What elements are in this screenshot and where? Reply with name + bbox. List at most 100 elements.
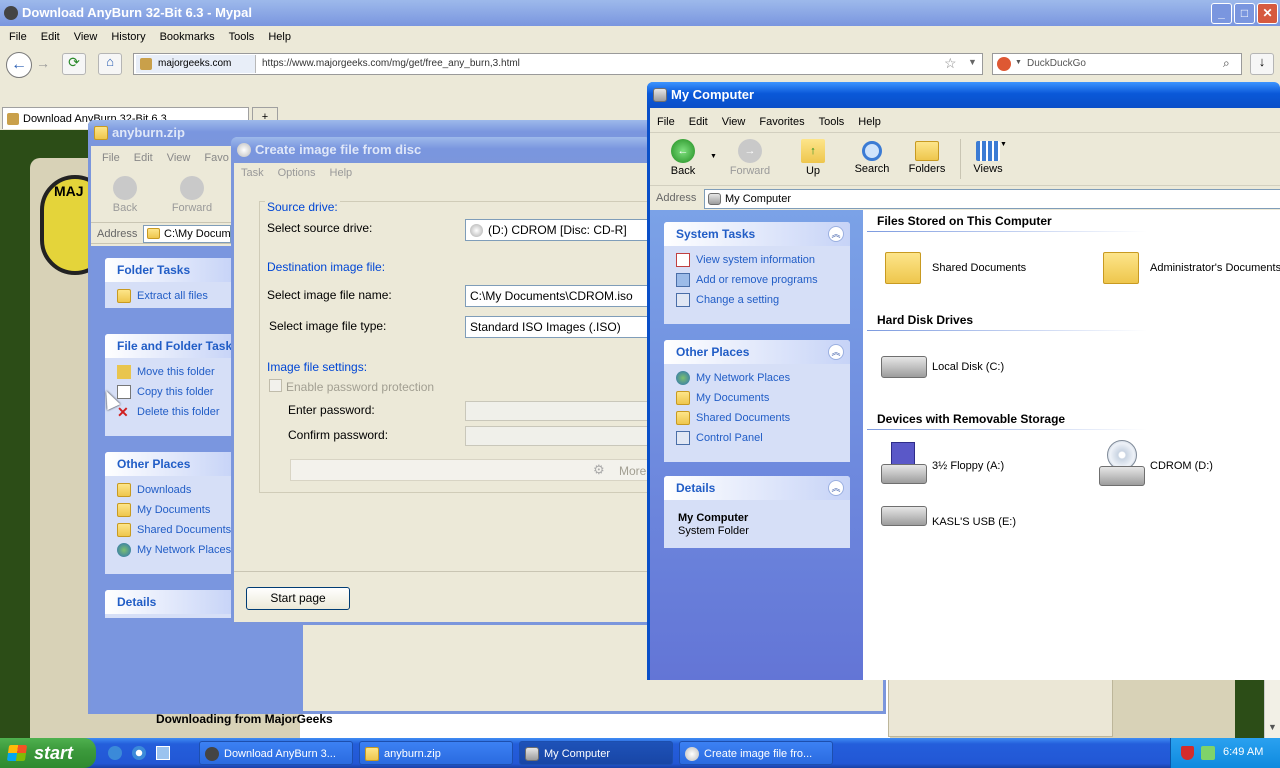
show-desktop-icon[interactable] bbox=[156, 746, 170, 760]
menu-tools[interactable]: Tools bbox=[222, 28, 262, 46]
mc-details-title[interactable]: Details bbox=[664, 476, 850, 500]
search-bar[interactable]: ▼ DuckDuckGo ⌕ bbox=[992, 53, 1242, 75]
search-engine-dropdown-icon[interactable]: ▼ bbox=[1015, 59, 1022, 66]
cdrom-label[interactable]: CDROM (D:) bbox=[1150, 460, 1213, 472]
cdrom-drive-icon[interactable] bbox=[1099, 440, 1145, 488]
my-network-places-link[interactable]: My Network Places bbox=[664, 368, 850, 388]
mc-forward-button[interactable]: → Forward bbox=[722, 139, 778, 177]
zip-folder-tasks-title[interactable]: Folder Tasks bbox=[105, 258, 235, 282]
system-tasks-title[interactable]: System Tasks bbox=[664, 222, 850, 246]
zip-my-documents-link[interactable]: My Documents bbox=[105, 500, 235, 520]
source-drive-select[interactable]: (D:) CDROM [Disc: CD-R] bbox=[465, 219, 655, 241]
menu-view[interactable]: View bbox=[67, 28, 105, 46]
change-setting-link[interactable]: Change a setting bbox=[664, 290, 850, 310]
taskbar-item-my-computer[interactable]: My Computer bbox=[519, 741, 673, 765]
views-dropdown-icon[interactable]: ▼ bbox=[1000, 141, 1007, 148]
menu-file[interactable]: File bbox=[2, 28, 34, 46]
downloads-link[interactable]: Downloads bbox=[105, 480, 235, 500]
system-tasks-collapse-icon[interactable]: ︽ bbox=[828, 226, 844, 242]
usb-label[interactable]: KASL'S USB (E:) bbox=[932, 516, 1016, 528]
enable-password-checkbox[interactable] bbox=[269, 379, 282, 392]
forward-button[interactable]: → bbox=[36, 55, 50, 71]
minimize-button[interactable]: _ bbox=[1211, 3, 1232, 24]
admin-documents-label[interactable]: Administrator's Documents bbox=[1150, 262, 1280, 274]
url-dropdown-icon[interactable]: ▼ bbox=[968, 57, 977, 67]
url-bar[interactable]: majorgeeks.com https://www.majorgeeks.co… bbox=[133, 53, 983, 75]
zip-menu-file[interactable]: File bbox=[95, 149, 127, 167]
menu-edit[interactable]: Edit bbox=[34, 28, 67, 46]
shared-documents-link[interactable]: Shared Documents bbox=[664, 408, 850, 428]
zip-address-field[interactable]: C:\My Docume bbox=[143, 225, 231, 243]
mc-menu-help[interactable]: Help bbox=[851, 113, 888, 131]
search-icon[interactable]: ⌕ bbox=[1223, 56, 1230, 71]
zip-details-title[interactable]: Details bbox=[105, 590, 235, 614]
taskbar-item-anyburn-zip[interactable]: anyburn.zip bbox=[359, 741, 513, 765]
close-button[interactable]: ✕ bbox=[1257, 3, 1278, 24]
mc-other-places-title[interactable]: Other Places bbox=[664, 340, 850, 364]
back-history-dropdown-icon[interactable]: ▼ bbox=[710, 153, 717, 160]
other-places-collapse-icon[interactable]: ︽ bbox=[828, 344, 844, 360]
bookmark-star-icon[interactable]: ☆ bbox=[944, 55, 957, 72]
reload-button[interactable]: ⟳ bbox=[62, 53, 86, 75]
mc-menu-edit[interactable]: Edit bbox=[682, 113, 715, 131]
view-system-info-link[interactable]: View system information bbox=[664, 250, 850, 270]
quick-launch-app-icon[interactable] bbox=[108, 746, 122, 760]
more-button[interactable]: ⚙ More bbox=[290, 459, 654, 481]
mc-search-button[interactable]: Search bbox=[852, 139, 892, 175]
download-button[interactable]: ↓ bbox=[1250, 53, 1274, 75]
move-folder-link[interactable]: Move this folder bbox=[105, 362, 235, 382]
security-shield-icon[interactable] bbox=[1181, 746, 1194, 760]
local-disk-label[interactable]: Local Disk (C:) bbox=[932, 361, 1004, 373]
shared-documents-label[interactable]: Shared Documents bbox=[932, 262, 1026, 274]
zip-other-places-title[interactable]: Other Places bbox=[105, 452, 235, 476]
mc-folders-button[interactable]: Folders bbox=[906, 139, 948, 175]
back-button[interactable]: ← bbox=[6, 52, 32, 78]
zip-my-network-places-link[interactable]: My Network Places bbox=[105, 540, 235, 560]
mc-menu-favorites[interactable]: Favorites bbox=[752, 113, 811, 131]
zip-back-button[interactable]: Back bbox=[105, 176, 145, 214]
floppy-label[interactable]: 3½ Floppy (A:) bbox=[932, 460, 1004, 472]
extract-all-files-link[interactable]: Extract all files bbox=[105, 286, 235, 306]
shared-documents-folder[interactable] bbox=[885, 252, 921, 284]
confirm-password-field[interactable] bbox=[465, 426, 655, 446]
my-documents-link[interactable]: My Documents bbox=[664, 388, 850, 408]
start-page-button[interactable]: Start page bbox=[246, 587, 350, 610]
zip-file-folder-tasks-title[interactable]: File and Folder Tasks bbox=[105, 334, 235, 358]
menu-history[interactable]: History bbox=[104, 28, 152, 46]
floppy-drive-icon[interactable] bbox=[881, 442, 927, 486]
admin-documents-folder[interactable] bbox=[1103, 252, 1139, 284]
zip-shared-documents-link[interactable]: Shared Documents bbox=[105, 520, 235, 540]
menu-help[interactable]: Help bbox=[261, 28, 298, 46]
network-tray-icon[interactable] bbox=[1201, 746, 1215, 760]
image-file-name-field[interactable]: C:\My Documents\CDROM.iso bbox=[465, 285, 655, 307]
local-disk-drive-icon[interactable] bbox=[881, 356, 927, 378]
menu-bookmarks[interactable]: Bookmarks bbox=[153, 28, 222, 46]
add-remove-programs-link[interactable]: Add or remove programs bbox=[664, 270, 850, 290]
maximize-button[interactable]: □ bbox=[1234, 3, 1255, 24]
mc-menu-tools[interactable]: Tools bbox=[812, 113, 852, 131]
enter-password-field[interactable] bbox=[465, 401, 655, 421]
menu-task[interactable]: Task bbox=[234, 164, 271, 182]
mc-menu-view[interactable]: View bbox=[715, 113, 753, 131]
home-button[interactable]: ⌂ bbox=[98, 53, 122, 75]
delete-folder-link[interactable]: ✕ Delete this folder bbox=[105, 402, 235, 422]
usb-drive-icon[interactable] bbox=[881, 506, 927, 526]
menu-options[interactable]: Options bbox=[271, 164, 323, 182]
taskbar-item-create-image[interactable]: Create image file fro... bbox=[679, 741, 833, 765]
taskbar-item-browser[interactable]: Download AnyBurn 3... bbox=[199, 741, 353, 765]
zip-menu-edit[interactable]: Edit bbox=[127, 149, 160, 167]
mc-back-button[interactable]: ← Back bbox=[658, 139, 708, 177]
details-collapse-icon[interactable]: ︽ bbox=[828, 480, 844, 496]
internet-explorer-icon[interactable] bbox=[132, 746, 146, 760]
site-identity[interactable]: majorgeeks.com bbox=[136, 55, 256, 73]
copy-folder-link[interactable]: Copy this folder bbox=[105, 382, 235, 402]
mc-address-field[interactable]: My Computer bbox=[704, 189, 1280, 209]
control-panel-link[interactable]: Control Panel bbox=[664, 428, 850, 448]
mc-menu-file[interactable]: File bbox=[650, 113, 682, 131]
scroll-down-icon[interactable]: ▼ bbox=[1268, 722, 1277, 732]
start-button[interactable]: start bbox=[0, 738, 96, 768]
image-file-type-select[interactable]: Standard ISO Images (.ISO) bbox=[465, 316, 655, 338]
menu-help-dialog[interactable]: Help bbox=[323, 164, 360, 182]
zip-forward-button[interactable]: Forward bbox=[167, 176, 217, 214]
mc-up-button[interactable]: ↑ Up bbox=[798, 139, 828, 177]
